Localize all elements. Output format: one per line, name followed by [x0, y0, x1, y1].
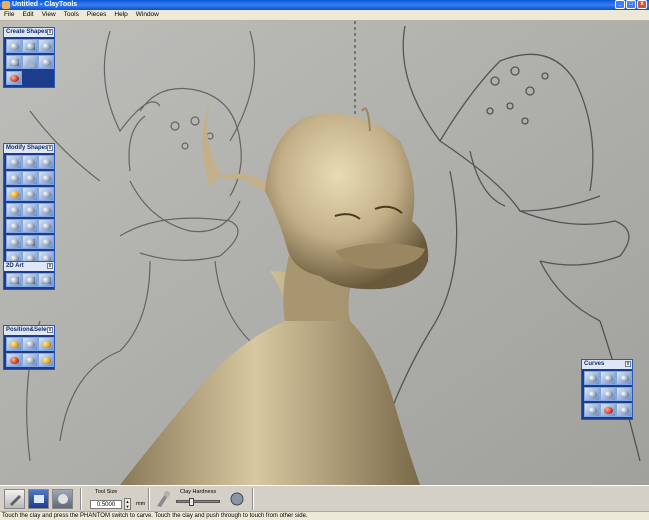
menu-view[interactable]: View: [38, 10, 60, 20]
position-rotate-button[interactable]: [22, 337, 38, 351]
menu-help[interactable]: Help: [110, 10, 131, 20]
viewport-scene: [0, 21, 649, 485]
spin-down-icon[interactable]: ▼: [126, 504, 130, 509]
curves-title: Curves: [584, 361, 605, 367]
create-cone-button[interactable]: [22, 55, 38, 69]
close-button[interactable]: x: [637, 0, 647, 9]
menu-file[interactable]: File: [0, 10, 18, 20]
hardness-sphere-icon: [230, 492, 243, 506]
tool-size-stepper[interactable]: ▲ ▼: [124, 498, 131, 510]
art-2d-extrude-button[interactable]: [38, 273, 54, 287]
menu-tools[interactable]: Tools: [60, 10, 83, 20]
close-icon[interactable]: x: [47, 263, 53, 269]
hardness-sphere-button[interactable]: [226, 489, 247, 509]
create-sphere-button[interactable]: [6, 39, 22, 53]
view-mode-button[interactable]: [28, 489, 49, 509]
menu-edit[interactable]: Edit: [18, 10, 37, 20]
modify-stamp-button[interactable]: [38, 235, 54, 249]
toolbar-separator: [80, 488, 82, 510]
modify-texture-button[interactable]: [22, 219, 38, 233]
tool-size-label: Tool Size: [95, 489, 118, 495]
sculpt-viewport[interactable]: Create Shapes x Modify Shapes x 2D Art x…: [0, 21, 649, 485]
art-2d-trace-button[interactable]: [22, 273, 38, 287]
carve-tool-icon: [9, 495, 21, 506]
modify-detail-button[interactable]: [38, 203, 54, 217]
modify-carve-button[interactable]: [6, 155, 22, 169]
title-bar: Untitled - ClayTools _ □ x: [0, 0, 649, 10]
view-mode-icon: [33, 495, 44, 503]
create-ellipsoid-button[interactable]: [38, 55, 54, 69]
position-scale-button[interactable]: [22, 353, 38, 367]
modify-emboss-button[interactable]: [22, 187, 38, 201]
create-blob-button[interactable]: [38, 39, 54, 53]
minimize-button[interactable]: _: [615, 0, 625, 9]
modify-inflate-button[interactable]: [6, 203, 22, 217]
curve-create-button[interactable]: [584, 371, 600, 385]
phantom-device-button[interactable]: [52, 489, 73, 509]
modify-add-button[interactable]: [38, 155, 54, 169]
tool-size-unit: mm: [136, 501, 146, 507]
clay-hardness-slider[interactable]: [176, 498, 220, 506]
modify-paint-button[interactable]: [6, 187, 22, 201]
modify-attract-button[interactable]: [38, 171, 54, 185]
modify-flatten-button[interactable]: [22, 203, 38, 217]
position-select-panel: Position&Selec x: [3, 325, 55, 370]
close-icon[interactable]: x: [625, 361, 631, 367]
clay-hardness-slider-thumb[interactable]: [189, 498, 194, 506]
modify-tug-button[interactable]: [6, 171, 22, 185]
modify-pinch-button[interactable]: [38, 187, 54, 201]
toolbar-separator: [148, 488, 150, 510]
tool-size-input[interactable]: 0.5000: [90, 500, 122, 509]
create-shapes-title: Create Shapes: [6, 29, 48, 35]
close-icon[interactable]: x: [47, 327, 53, 333]
position-lasso-button[interactable]: [6, 353, 22, 367]
curve-sweep-button[interactable]: [584, 387, 600, 401]
maximize-button[interactable]: □: [626, 0, 636, 9]
create-cylinder-button[interactable]: [6, 55, 22, 69]
create-import-button[interactable]: [6, 71, 22, 85]
modify-mirror-button[interactable]: [6, 219, 22, 233]
create-shapes-panel: Create Shapes x: [3, 27, 55, 88]
position-view-button[interactable]: [38, 353, 54, 367]
curve-loft-button[interactable]: [600, 387, 616, 401]
menu-bar: File Edit View Tools Pieces Help Window: [0, 10, 649, 21]
hardness-tool-icon: [152, 489, 173, 509]
clay-hardness-label: Clay Hardness: [180, 489, 217, 495]
modify-bend-button[interactable]: [6, 235, 22, 249]
art-2d-import-button[interactable]: [6, 273, 22, 287]
toolbar-separator: [252, 488, 254, 510]
modify-shapes-title: Modify Shapes: [6, 145, 49, 151]
curve-point-button[interactable]: [616, 371, 632, 385]
curve-tube-button[interactable]: [616, 403, 632, 417]
phantom-device-icon: [57, 494, 68, 504]
position-move-button[interactable]: [6, 337, 22, 351]
modify-shapes-panel: Modify Shapes x: [3, 143, 55, 268]
menu-pieces[interactable]: Pieces: [83, 10, 111, 20]
window-title: Untitled - ClayTools: [12, 1, 78, 8]
curve-delete-button[interactable]: [600, 403, 616, 417]
curve-wire-button[interactable]: [584, 403, 600, 417]
curves-panel: Curves x: [581, 359, 633, 420]
art-2d-panel: 2D Art x: [3, 261, 55, 290]
app-icon: [2, 1, 10, 9]
position-select-title: Position&Selec: [6, 327, 50, 333]
bottom-toolbar: Tool Size 0.5000 ▲ ▼ mm Clay Hardness: [0, 485, 649, 512]
curve-revolve-button[interactable]: [616, 387, 632, 401]
modify-pattern-button[interactable]: [22, 235, 38, 249]
position-select-button[interactable]: [38, 337, 54, 351]
modify-smooth-button[interactable]: [22, 155, 38, 169]
modify-deform-button[interactable]: [38, 219, 54, 233]
modify-smudge-button[interactable]: [22, 171, 38, 185]
menu-window[interactable]: Window: [132, 10, 163, 20]
close-icon[interactable]: x: [47, 145, 53, 151]
carve-tool-button[interactable]: [4, 489, 25, 509]
status-bar: Touch the clay and press the PHANTOM swi…: [0, 511, 649, 520]
close-icon[interactable]: x: [47, 29, 53, 35]
art-2d-title: 2D Art: [6, 263, 24, 269]
create-box-button[interactable]: [22, 39, 38, 53]
curve-edit-button[interactable]: [600, 371, 616, 385]
